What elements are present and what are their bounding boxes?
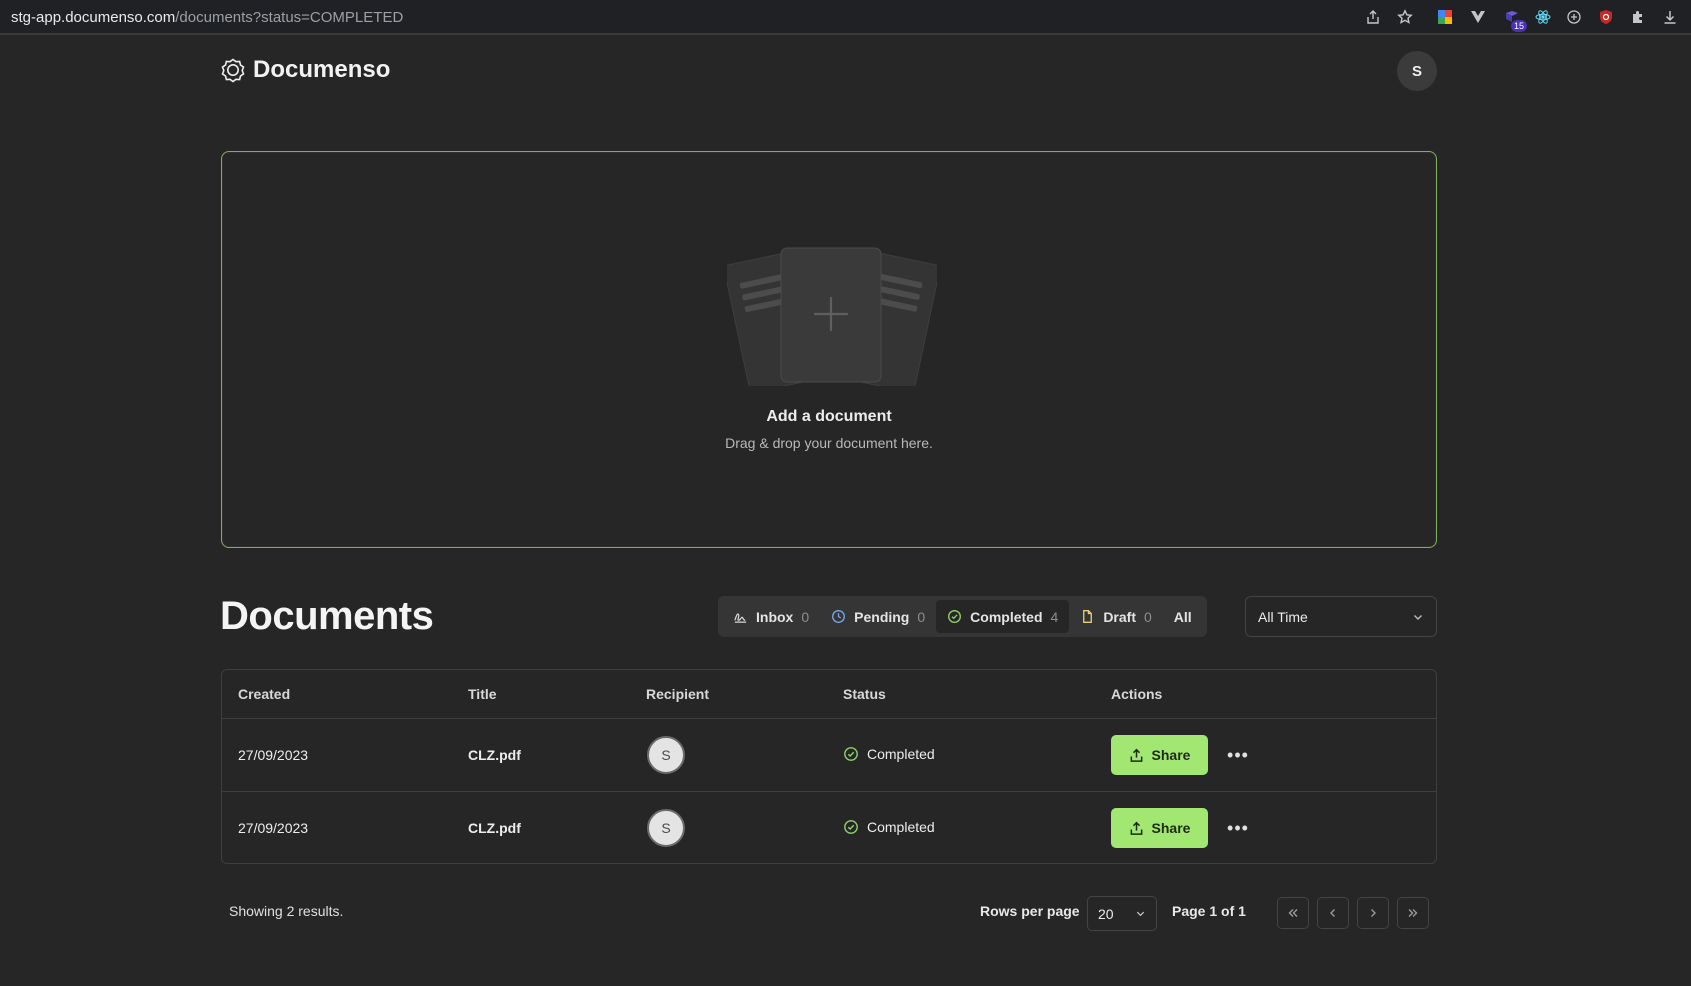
dropzone-subtitle: Drag & drop your document here.	[725, 435, 933, 451]
status-filter-tabs: Inbox 0 Pending 0 Completed 4 Draft 0 Al…	[718, 596, 1207, 637]
documents-table: Created Title Recipient Status Actions 2…	[221, 669, 1437, 864]
results-count: Showing 2 results.	[229, 903, 344, 919]
url-host: stg-app.documenso.com	[11, 9, 176, 26]
extension-react-icon[interactable]	[1534, 8, 1552, 26]
column-header-actions: Actions	[1111, 686, 1163, 702]
share-page-icon[interactable]	[1364, 8, 1382, 26]
bookmark-star-icon[interactable]	[1396, 8, 1414, 26]
page-title: Documents	[220, 594, 434, 638]
chevrons-right-icon	[1408, 909, 1418, 917]
tab-pending[interactable]: Pending 0	[820, 600, 936, 633]
table-header: Created Title Recipient Status Actions	[222, 670, 1436, 719]
column-header-created: Created	[238, 686, 291, 702]
extensions-puzzle-icon[interactable]	[1629, 8, 1647, 26]
chevron-down-icon	[1136, 911, 1145, 917]
recipient-avatar[interactable]: S	[647, 736, 685, 774]
document-title-link[interactable]: CLZ.pdf	[468, 747, 521, 763]
rows-per-page-value: 20	[1098, 905, 1114, 922]
tab-all-label: All	[1173, 608, 1192, 625]
add-document-illustration-icon	[727, 247, 937, 386]
created-date: 27/09/2023	[238, 747, 309, 763]
document-dropzone[interactable]: Add a document Drag & drop your document…	[221, 151, 1437, 548]
share-button[interactable]: Share	[1111, 808, 1208, 848]
status-badge: Completed	[843, 746, 935, 762]
tab-all[interactable]: All	[1163, 600, 1203, 633]
page-info: Page 1 of 1	[1172, 903, 1246, 919]
app-name: Documenso	[253, 56, 391, 83]
tab-completed[interactable]: Completed 4	[936, 600, 1070, 633]
extension-badge-count: 15	[1510, 20, 1527, 32]
extension-translate-icon[interactable]	[1436, 8, 1454, 26]
browser-toolbar: stg-app.documenso.com/documents?status=C…	[0, 0, 1691, 35]
download-icon[interactable]	[1661, 8, 1679, 26]
share-button-label: Share	[1151, 820, 1191, 836]
previous-page-button[interactable]	[1317, 897, 1349, 929]
check-circle-icon	[844, 820, 858, 834]
inbox-signature-icon	[734, 613, 747, 623]
created-date: 27/09/2023	[238, 820, 309, 836]
rows-per-page-select[interactable]: 20	[1087, 896, 1157, 931]
extension-badge-icon[interactable]: 15	[1503, 8, 1527, 32]
tab-inbox-label: Inbox	[756, 608, 794, 625]
column-header-recipient: Recipient	[646, 686, 710, 702]
check-circle-icon	[948, 610, 962, 623]
extension-vue-icon[interactable]	[1469, 8, 1487, 26]
recipient-avatar[interactable]: S	[647, 809, 685, 847]
tab-pending-count: 0	[917, 608, 926, 625]
period-select-value: All Time	[1258, 608, 1308, 625]
table-row[interactable]: 27/09/2023 CLZ.pdf S Completed Share •••	[222, 792, 1436, 863]
column-header-title: Title	[468, 686, 497, 702]
share-upload-icon	[1130, 821, 1142, 835]
period-select[interactable]: All Time	[1245, 596, 1437, 637]
tab-inbox-count: 0	[801, 608, 810, 625]
rows-per-page-label: Rows per page	[980, 903, 1080, 919]
status-label: Completed	[867, 819, 935, 835]
chevron-right-icon	[1371, 909, 1376, 917]
table-row[interactable]: 27/09/2023 CLZ.pdf S Completed Share •••	[222, 719, 1436, 792]
app-logo[interactable]: Documenso	[220, 56, 390, 84]
documenso-logo-icon	[221, 58, 245, 83]
extension-privacy-icon[interactable]	[1565, 8, 1583, 26]
tab-completed-label: Completed	[970, 608, 1043, 625]
tab-inbox[interactable]: Inbox 0	[722, 600, 820, 633]
first-page-button[interactable]	[1277, 897, 1309, 929]
address-bar[interactable]: stg-app.documenso.com/documents?status=C…	[11, 9, 403, 26]
share-upload-icon	[1130, 748, 1142, 762]
share-button[interactable]: Share	[1111, 735, 1208, 775]
tab-draft-label: Draft	[1103, 608, 1136, 625]
tab-completed-count: 4	[1050, 608, 1059, 625]
dropzone-title: Add a document	[766, 408, 892, 425]
extension-ublock-icon[interactable]	[1597, 8, 1615, 26]
tab-draft-count: 0	[1143, 608, 1152, 625]
check-circle-icon	[844, 747, 858, 761]
share-button-label: Share	[1151, 747, 1191, 763]
file-icon	[1083, 610, 1093, 623]
more-options-icon[interactable]: •••	[1224, 814, 1252, 842]
column-header-status: Status	[843, 686, 886, 702]
document-title-link[interactable]: CLZ.pdf	[468, 820, 521, 836]
last-page-button[interactable]	[1397, 897, 1429, 929]
chevron-left-icon	[1330, 909, 1335, 917]
more-options-icon[interactable]: •••	[1224, 741, 1252, 769]
next-page-button[interactable]	[1357, 897, 1389, 929]
chevrons-left-icon	[1288, 909, 1298, 917]
tab-pending-label: Pending	[854, 608, 910, 625]
status-label: Completed	[867, 746, 935, 762]
status-badge: Completed	[843, 819, 935, 835]
user-avatar[interactable]: S	[1397, 51, 1437, 91]
clock-icon	[832, 610, 846, 623]
url-path: /documents?status=COMPLETED	[175, 9, 404, 26]
chevron-down-icon	[1414, 614, 1422, 620]
tab-draft[interactable]: Draft 0	[1069, 600, 1162, 633]
